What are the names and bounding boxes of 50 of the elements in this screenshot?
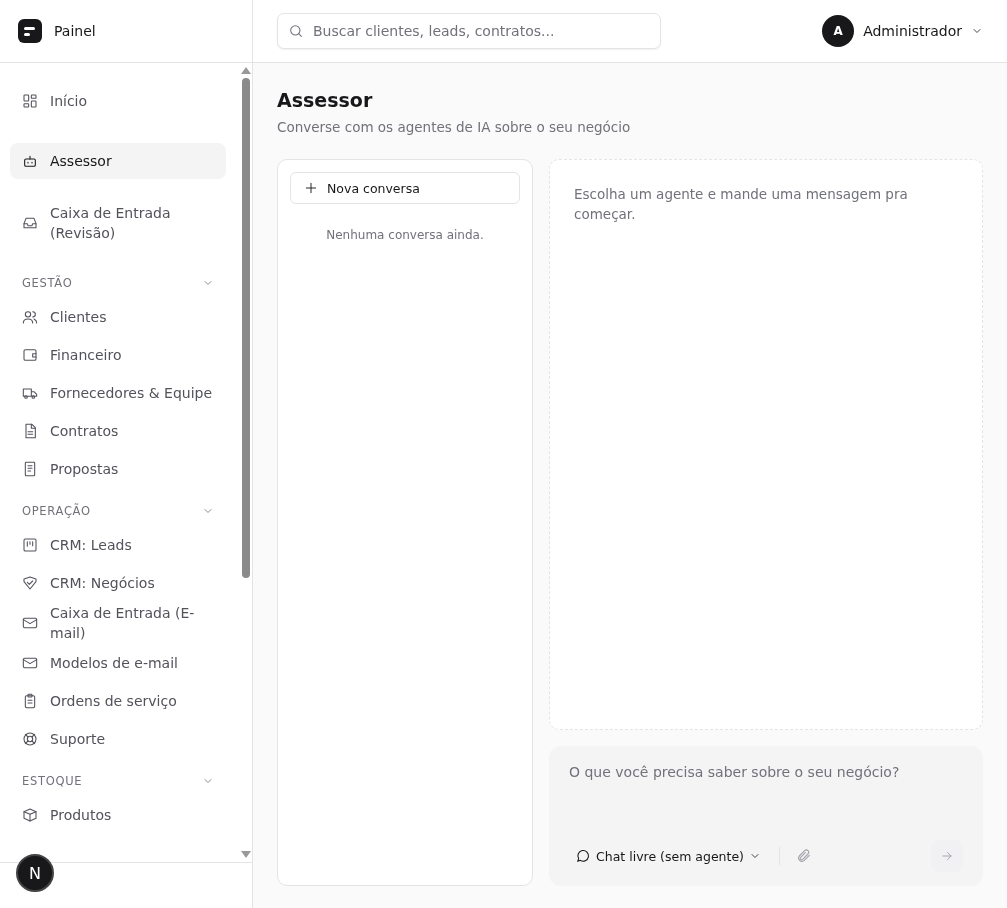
receipt-icon [22,461,38,477]
document-icon [22,423,38,439]
user-avatar: A [822,15,855,47]
user-menu[interactable]: A Administrador [822,15,983,47]
nav-item[interactable]: Modelos de e-mail [10,645,226,681]
truck-icon [22,385,38,401]
search-field[interactable]: Buscar clientes, leads, contratos... [277,13,661,49]
nav-item[interactable]: Assessor [10,143,226,179]
plus-icon [304,181,318,195]
grid-icon [22,93,38,109]
nav-item[interactable]: Clientes [10,299,226,335]
new-conversation-button[interactable]: Nova conversa [290,172,520,204]
section-header[interactable]: ESTOQUE [10,765,226,797]
nav-item[interactable]: Produtos [10,797,226,833]
package-icon [22,807,38,823]
message-composer[interactable]: O que você precisa saber sobre o seu negócio? Chat livre (sem agente) [549,746,983,886]
mail-icon [22,655,38,671]
message-input[interactable]: O que você precisa saber sobre o seu negócio? [569,764,963,840]
logo-icon [18,19,42,43]
lifebuoy-icon [22,731,38,747]
nav-item[interactable]: CRM: Leads [10,527,226,563]
section-header[interactable]: GESTÃO [10,267,226,299]
empty-state-text: Escolha um agente e mande uma mensagem pra começar. [574,185,909,224]
nav-item[interactable]: Ordens de serviço [10,683,226,719]
mail-icon [22,615,38,631]
nav-item[interactable]: Fornecedores & Equipe [10,375,226,411]
users-icon [22,309,38,325]
page-subtitle: Converse com os agentes de IA sobre o seu negócio [277,119,632,135]
paperclip-icon [795,848,812,864]
agent-selector[interactable]: Chat livre (sem agente) [569,844,767,868]
nav-item[interactable]: Início [10,83,226,119]
robot-icon [22,153,38,169]
section-header[interactable]: OPERAÇÃO [10,495,226,527]
nav-item[interactable]: Propostas [10,451,226,487]
chat-bubble-icon [575,848,591,864]
nav-item[interactable]: Suporte [10,721,226,757]
nav-item[interactable]: CRM: Negócios [10,565,226,601]
nav-item[interactable]: Contratos [10,413,226,449]
kanban-icon [22,537,38,553]
arrow-right-icon [940,849,954,863]
page-title: Assessor [277,89,374,111]
brand-name: Painel [54,23,96,39]
inbox-icon [22,215,38,231]
clipboard-icon [22,693,38,709]
empty-state-text: Nenhuma conversa ainda. [325,228,485,242]
dev-badge[interactable]: N [16,854,54,892]
wallet-icon [22,347,38,363]
nav-item[interactable]: Caixa de Entrada (E-mail) [10,603,226,643]
nav-item[interactable]: Caixa de Entrada (Revisão) [10,203,226,243]
nav-item[interactable]: Financeiro [10,337,226,373]
